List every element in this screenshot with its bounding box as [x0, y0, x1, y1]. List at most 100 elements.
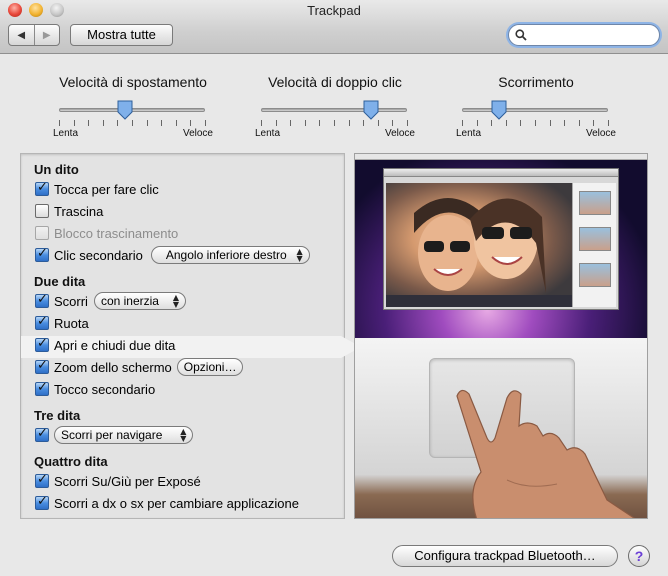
option-pinch[interactable]: Apri e chiudi due dita [35, 336, 175, 354]
slider-tick [578, 120, 580, 126]
slider-tick [476, 120, 478, 126]
slider-knob[interactable] [117, 100, 133, 120]
three-finger-swipe-popup[interactable]: Scorri per navigare ▲ ▼ [54, 426, 194, 444]
option-rotate[interactable]: Ruota [35, 314, 89, 332]
preview-menu-bar [355, 154, 647, 160]
option-label: Tocco secondario [54, 381, 156, 397]
option-secondary-tap[interactable]: Tocco secondario [35, 380, 155, 398]
slider-min-label: Lenta [255, 128, 281, 139]
checkbox[interactable] [35, 358, 49, 374]
section-title-four-fingers: Quattro dita [34, 454, 108, 469]
configure-bluetooth-trackpad-button[interactable]: Configura trackpad Bluetooth… [392, 545, 618, 567]
forward-button[interactable]: ▶ [33, 25, 60, 45]
checkbox[interactable] [35, 246, 49, 262]
slider-tick [462, 120, 463, 126]
option-tap-to-click[interactable]: Tocca per fare clic [35, 180, 159, 198]
nav-button-group: ◀ ▶ [8, 24, 60, 46]
slider-max-label: Veloce [585, 128, 616, 139]
option-switch-application[interactable]: Scorri a dx o sx per cambiare applicazio… [35, 494, 299, 512]
scroll-mode-popup[interactable]: con inerzia ▲ ▼ [93, 292, 186, 310]
slider-tick [363, 120, 365, 126]
popup-value: Angolo inferiore destro [165, 248, 287, 262]
slider-tick [491, 120, 493, 126]
slider-max-label: Veloce [384, 128, 415, 139]
popup-value: con inerzia [100, 294, 159, 308]
option-label: Blocco trascinamento [54, 225, 179, 241]
option-label: Clic secondario [54, 247, 143, 263]
slider-track[interactable] [261, 108, 407, 112]
option-label: Tocca per fare clic [54, 181, 159, 197]
slider-knob[interactable] [363, 100, 379, 120]
gesture-options-panel: Un dito Tocca per fare clic Trascina Blo… [20, 153, 361, 519]
back-button[interactable]: ◀ [9, 25, 34, 45]
checkbox[interactable] [35, 472, 49, 488]
checkbox[interactable] [35, 380, 49, 396]
option-label: Scorri Su/Giù per Exposé [54, 473, 201, 489]
preview-photo-app-window [383, 168, 619, 310]
option-secondary-click[interactable]: Clic secondario Angolo inferiore destro ▲… [35, 246, 310, 264]
option-label: Trascina [54, 203, 104, 219]
option-label: Zoom dello schermo [54, 359, 172, 375]
secondary-click-popup[interactable]: Angolo inferiore destro ▲ ▼ [150, 246, 310, 264]
checkbox[interactable] [35, 494, 49, 510]
forward-arrow-icon: ▶ [42, 29, 51, 41]
option-expose[interactable]: Scorri Su/Giù per Exposé [35, 472, 201, 490]
hand-icon [456, 389, 636, 518]
slider-title: Scorrimento [498, 74, 574, 90]
checkbox[interactable] [35, 204, 49, 218]
search-field[interactable] [508, 24, 660, 46]
slider-min-label: Lenta [456, 128, 482, 139]
tracking-speed-slider-group: Velocità di spostamento Lenta Veloce [53, 74, 213, 139]
popup-value: Scorri per navigare [61, 428, 163, 442]
slider-tick [132, 120, 133, 126]
checkbox[interactable] [35, 314, 49, 330]
option-label: Scorri a dx o sx per cambiare applicazio… [54, 495, 299, 511]
option-screen-zoom[interactable]: Zoom dello schermo Opzioni… [35, 358, 244, 376]
checkbox[interactable] [35, 426, 49, 442]
preview-thumbnail [579, 227, 611, 251]
preview-photo [386, 183, 572, 307]
slider-tick [275, 120, 277, 126]
section-title-one-finger: Un dito [34, 162, 79, 177]
slider-tick [334, 120, 335, 126]
window-title: Trackpad [307, 3, 361, 18]
show-all-button[interactable]: Mostra tutte [70, 24, 173, 46]
zoom-options-button[interactable]: Opzioni… [176, 358, 244, 376]
slider-tick [564, 120, 566, 126]
checkbox[interactable] [35, 336, 49, 352]
slider-tick [117, 120, 119, 126]
slider-tick [161, 120, 163, 126]
slider-title: Velocità di doppio clic [268, 74, 402, 90]
slider-knob[interactable] [491, 100, 507, 120]
checkbox [35, 226, 49, 240]
slider-tick [304, 120, 306, 126]
slider-tick [593, 120, 595, 126]
slider-track[interactable] [462, 108, 608, 112]
preview-screen [355, 154, 647, 338]
slider-tick [88, 120, 90, 126]
help-button[interactable]: ? [628, 545, 650, 567]
slider-tick [205, 120, 206, 126]
checkbox[interactable] [35, 180, 49, 196]
slider-tick [549, 120, 551, 126]
slider-tick [407, 120, 408, 126]
option-drag[interactable]: Trascina [35, 202, 103, 220]
checkbox[interactable] [35, 292, 49, 308]
slider-tick [59, 120, 60, 126]
slider-tick [505, 120, 507, 126]
section-title-three-fingers: Tre dita [34, 408, 81, 423]
help-icon: ? [634, 548, 644, 564]
slider-tick [392, 120, 394, 126]
search-input[interactable] [529, 27, 655, 43]
slider-tick [190, 120, 192, 126]
preview-thumbnail [579, 191, 611, 215]
option-scroll[interactable]: Scorri con inerzia ▲▼ [35, 292, 186, 310]
slider-tick [73, 120, 75, 126]
slider-tick [146, 120, 148, 126]
slider-tick [319, 120, 321, 126]
slider-max-label: Veloce [182, 128, 213, 139]
option-three-finger-swipe[interactable]: Scorri per navigare ▲▼ [35, 426, 194, 444]
preview-thumbnail-strip [572, 183, 616, 307]
faces-illustration-icon [386, 198, 572, 307]
gesture-preview-video [354, 153, 648, 519]
